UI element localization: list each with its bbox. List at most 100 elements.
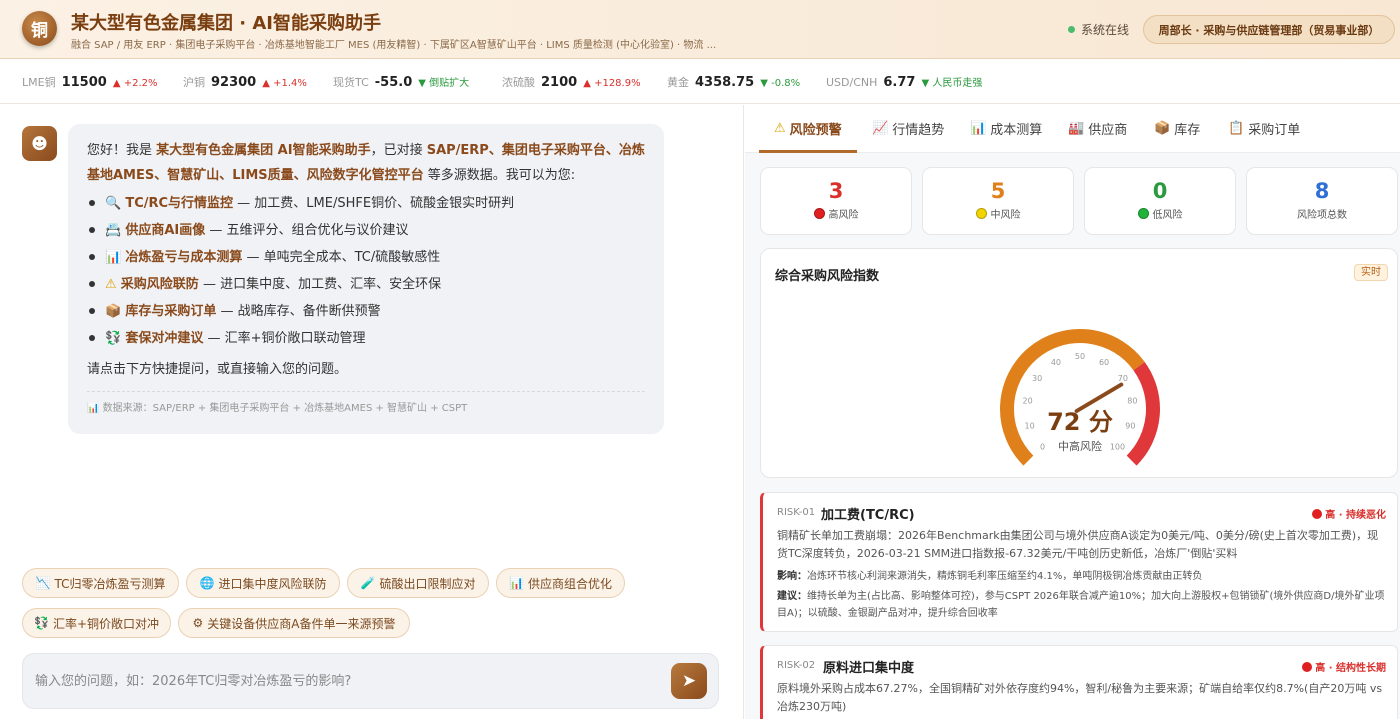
ticker-item: 黄金 4358.75 ▼ -0.8% — [667, 75, 801, 90]
call-to-action: 请点击下方快捷提问，或直接输入您的问题。 — [87, 362, 348, 377]
risk-description: 铜精矿长单加工费崩塌：2026年Benchmark由集团公司与境外供应商A谈定为… — [777, 529, 1379, 560]
tab-risk-alert[interactable]: ⚠ 风险预警 — [774, 119, 842, 138]
tab-supplier[interactable]: 🏭 供应商 — [1068, 119, 1127, 138]
red-dot-icon — [813, 208, 825, 219]
factory-icon: 🏭 — [1068, 121, 1085, 136]
stat-medium-risk[interactable]: 5 中风险 — [922, 167, 1074, 235]
gauge-value: 72 分 — [1047, 408, 1113, 436]
quick-question-button[interactable]: 📊 供应商组合优化 — [496, 568, 625, 598]
warning-icon: ⚠ — [105, 277, 117, 292]
system-status: 系统在线 — [1068, 21, 1129, 38]
quick-question-button[interactable]: 🌐 进口集中度风险联防 — [186, 568, 340, 598]
tab-purchase-order[interactable]: 📋 采购订单 — [1228, 119, 1300, 138]
list-item: 🔍 TC/RC与行情监控 — 加工费、LME/SHFE铜价、硫酸金银实时研判 — [87, 191, 645, 218]
risk-level-badge: 高 · 结构性长期 — [1302, 659, 1386, 674]
list-item: 📊 冶炼盈亏与成本测算 — 单吨完全成本、TC/硫酸敏感性 — [87, 245, 645, 272]
dashboard-tabs: ⚠ 风险预警 📈 行情趋势 📊 成本测算 🏭 供应商 📦 库存 📋 采购订单 — [745, 105, 1400, 153]
risk-level-badge: 高 · 持续恶化 — [1312, 506, 1386, 521]
green-dot-icon — [1137, 208, 1149, 219]
bar-chart-icon: 📊 — [105, 250, 122, 265]
gauge-arc — [1126, 361, 1160, 466]
copper-logo: 铜 — [22, 11, 57, 46]
red-dot-icon — [1312, 508, 1323, 519]
quick-question-button[interactable]: 🧪 硫酸出口限制应对 — [347, 568, 489, 598]
tab-cost-calc[interactable]: 📊 成本测算 — [970, 119, 1042, 138]
down-arrow-icon: ▼ — [760, 78, 768, 89]
market-ticker: LME铜 11500 ▲ +2.2% 沪铜 92300 ▲ +1.4% 现货TC… — [0, 60, 1400, 104]
currency-exchange-icon: 💱 — [33, 616, 49, 630]
active-tab-indicator — [759, 150, 857, 153]
gauge-tick-label: 90 — [1125, 421, 1135, 430]
warning-icon: ⚠ — [774, 121, 786, 136]
gauge-tick-label: 10 — [1025, 421, 1035, 430]
gauge-tick-label: 50 — [1075, 352, 1085, 361]
ticker-item: 现货TC -55.0 ▼ 倒贴扩大 — [333, 75, 470, 90]
gauge-tick-label: 30 — [1032, 374, 1042, 383]
risk-index-card: 综合采购风险指数 实时 0 10 20 30 40 50 60 70 80 90 100 72 分 … — [760, 248, 1398, 478]
bot-avatar-icon: ☻ — [22, 126, 57, 161]
gauge-tick-label: 80 — [1127, 397, 1137, 406]
gauge-tick-label: 70 — [1118, 374, 1128, 383]
risk-impact: 影响：冶炼环节核心利润来源消失，精炼铜毛利率压缩至约4.1%，单吨阴极铜冶炼贡献… — [777, 571, 1203, 582]
online-dot-icon — [1068, 26, 1075, 33]
bar-chart-icon: 📊 — [970, 121, 987, 136]
quick-question-button[interactable]: 📉 TC归零冶炼盈亏测算 — [22, 568, 179, 598]
ticker-item: LME铜 11500 ▲ +2.2% — [22, 75, 158, 90]
gauge-tick-label: 0 — [1040, 442, 1045, 451]
up-arrow-icon: ▲ — [262, 78, 270, 89]
gear-icon: ⚙ — [192, 616, 204, 630]
dashboard-panel: ⚠ 风险预警 📈 行情趋势 📊 成本测算 🏭 供应商 📦 库存 📋 采购订单 3 高风险 5… — [745, 105, 1400, 719]
yellow-dot-icon — [975, 208, 987, 219]
capability-list: 🔍 TC/RC与行情监控 — 加工费、LME/SHFE铜价、硫酸金银实时研判 📇… — [87, 191, 645, 353]
list-item: 💱 套保对冲建议 — 汇率+铜价敞口联动管理 — [87, 326, 645, 353]
tab-inventory[interactable]: 📦 库存 — [1154, 119, 1200, 138]
risk-name: 原料进口集中度 — [823, 661, 915, 676]
package-icon: 📦 — [1154, 121, 1171, 136]
app-header: 铜 某大型有色金属集团 · AI智能采购助手 融合 SAP / 用友 ERP ·… — [0, 0, 1400, 59]
chat-panel: ☻ 您好！我是 某大型有色金属集团 AI智能采购助手，已对接 SAP/ERP、集… — [0, 105, 744, 719]
list-item: 📦 库存与采购订单 — 战略库存、备件断供预警 — [87, 299, 645, 326]
quick-question-button[interactable]: ⚙ 关键设备供应商A备件单一来源预警 — [178, 608, 410, 638]
stat-high-risk[interactable]: 3 高风险 — [760, 167, 912, 235]
gauge-tick-label: 40 — [1051, 358, 1061, 367]
down-arrow-icon: ▼ — [418, 78, 426, 89]
user-badge[interactable]: 周部长 · 采购与供应链管理部（贸易事业部） — [1143, 15, 1395, 44]
search-icon: 🔍 — [105, 196, 122, 211]
risk-name: 加工费(TC/RC) — [821, 508, 915, 523]
stat-low-risk[interactable]: 0 低风险 — [1084, 167, 1236, 235]
risk-card-01[interactable]: RISK-01 加工费(TC/RC) 高 · 持续恶化 铜精矿长单加工费崩塌：2… — [760, 492, 1398, 632]
risk-card-02[interactable]: RISK-02 原料进口集中度 高 · 结构性长期 原料境外采购占成本67.27… — [760, 645, 1398, 719]
chart-down-icon: 📉 — [35, 576, 51, 590]
chat-input[interactable] — [35, 668, 655, 694]
globe-icon: 🌐 — [199, 576, 215, 590]
list-item: 📇 供应商AI画像 — 五维评分、组合优化与议价建议 — [87, 218, 645, 245]
ticker-item: 沪铜 92300 ▲ +1.4% — [183, 75, 307, 90]
up-arrow-icon: ▲ — [112, 78, 121, 89]
gauge-tick-label: 100 — [1110, 442, 1125, 451]
up-arrow-icon: ▲ — [583, 78, 591, 89]
chart-up-icon: 📈 — [872, 121, 889, 136]
app-subtitle: 融合 SAP / 用友 ERP · 集团电子采购平台 · 冶炼基地智能工厂 ME… — [71, 40, 717, 51]
clipboard-icon: 📋 — [1228, 121, 1245, 136]
send-button[interactable]: ➤ — [671, 663, 707, 699]
gauge-tick-label: 20 — [1023, 397, 1033, 406]
risk-gauge: 0 10 20 30 40 50 60 70 80 90 100 72 分 中高风险 — [1000, 329, 1160, 466]
intro-text: 您好！我是 某大型有色金属集团 AI智能采购助手，已对接 SAP/ERP、集团电… — [87, 143, 645, 183]
test-tube-icon: 🧪 — [360, 576, 376, 590]
data-source: 📊 数据来源：SAP/ERP + 集团电子采购平台 + 冶炼基地AMES + 智… — [87, 391, 645, 417]
risk-description: 原料境外采购占成本67.27%，全国铜精矿对外依存度约94%，智利/秘鲁为主要来… — [777, 682, 1383, 713]
send-icon: ➤ — [681, 671, 697, 691]
ticker-item: 浓硫酸 2100 ▲ +128.9% — [502, 75, 641, 90]
risk-advice: 建议：维持长单为主(占比高、影响整体可控)，参与CSPT 2026年联合减产逾1… — [777, 591, 1385, 619]
tab-market-trend[interactable]: 📈 行情趋势 — [872, 119, 944, 138]
status-text: 系统在线 — [1081, 23, 1130, 37]
quick-question-button[interactable]: 💱 汇率+铜价敞口对冲 — [22, 608, 171, 638]
currency-exchange-icon: 💱 — [105, 331, 122, 346]
app-title: 某大型有色金属集团 · AI智能采购助手 — [71, 13, 381, 34]
stat-total-risk[interactable]: 8 风险项总数 — [1246, 167, 1398, 235]
bar-chart-icon: 📊 — [509, 576, 524, 590]
red-dot-icon — [1302, 661, 1313, 672]
chat-input-box: ➤ — [22, 653, 719, 709]
gauge-tick-label: 60 — [1099, 358, 1109, 367]
down-arrow-icon: ▼ — [921, 78, 930, 89]
